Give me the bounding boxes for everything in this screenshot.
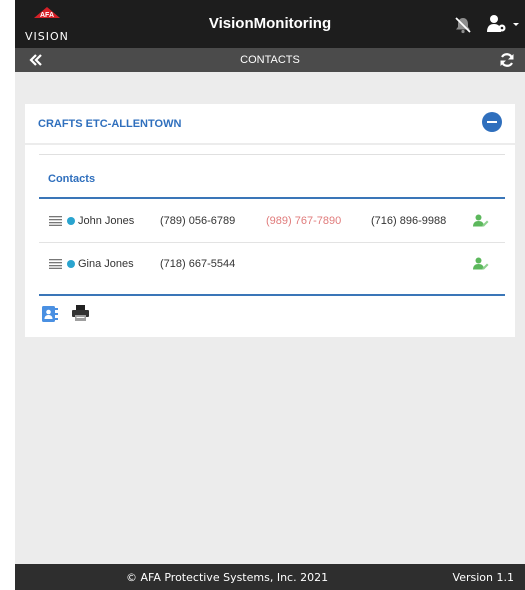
site-name: CRAFTS ETC-ALLENTOWN bbox=[38, 118, 182, 130]
contact-phone-1: (789) 056-6789 bbox=[160, 215, 236, 227]
divider bbox=[39, 154, 505, 155]
contact-book-icon[interactable] bbox=[41, 305, 59, 323]
minus-circle-icon[interactable] bbox=[482, 112, 502, 132]
contact-name: John Jones bbox=[78, 215, 135, 227]
edit-contact-icon[interactable] bbox=[473, 257, 489, 270]
top-header: AFA VISION VisionMonitoring bbox=[15, 0, 525, 48]
status-dot-icon bbox=[67, 217, 75, 225]
contact-name: Gina Jones bbox=[78, 258, 134, 270]
drag-handle-icon[interactable] bbox=[49, 259, 62, 269]
copyright-text: © AFA Protective Systems, Inc. 2021 bbox=[126, 571, 329, 584]
bell-slash-icon[interactable] bbox=[453, 16, 473, 34]
contacts-section-header: Contacts bbox=[48, 173, 96, 185]
contact-row[interactable]: Gina Jones (718) 667-5544 bbox=[39, 243, 505, 285]
contact-phone-2: (989) 767-7890 bbox=[266, 215, 342, 227]
app-window: AFA VISION VisionMonitoring CONTACTS CRA… bbox=[15, 0, 525, 590]
printer-icon[interactable] bbox=[71, 304, 90, 322]
refresh-icon[interactable] bbox=[499, 52, 515, 68]
divider bbox=[39, 294, 505, 296]
page-title: CONTACTS bbox=[240, 54, 300, 66]
contact-phone-1: (718) 667-5544 bbox=[160, 258, 236, 270]
drag-handle-icon[interactable] bbox=[49, 216, 62, 226]
contact-phone-3: (716) 896-9988 bbox=[371, 215, 447, 227]
user-settings-menu[interactable] bbox=[486, 13, 522, 35]
footer: © AFA Protective Systems, Inc. 2021 Vers… bbox=[15, 564, 525, 590]
sub-header: CONTACTS bbox=[15, 48, 525, 72]
app-title: VisionMonitoring bbox=[208, 15, 332, 32]
contacts-panel: Contacts John Jones (789) 056-6789 (989)… bbox=[25, 145, 515, 337]
version-text: Version 1.1 bbox=[452, 571, 514, 584]
site-card-header[interactable]: CRAFTS ETC-ALLENTOWN bbox=[25, 104, 515, 143]
edit-contact-icon[interactable] bbox=[473, 214, 489, 227]
contact-row[interactable]: John Jones (789) 056-6789 (989) 767-7890… bbox=[39, 200, 505, 243]
divider bbox=[39, 197, 505, 199]
status-dot-icon bbox=[67, 260, 75, 268]
